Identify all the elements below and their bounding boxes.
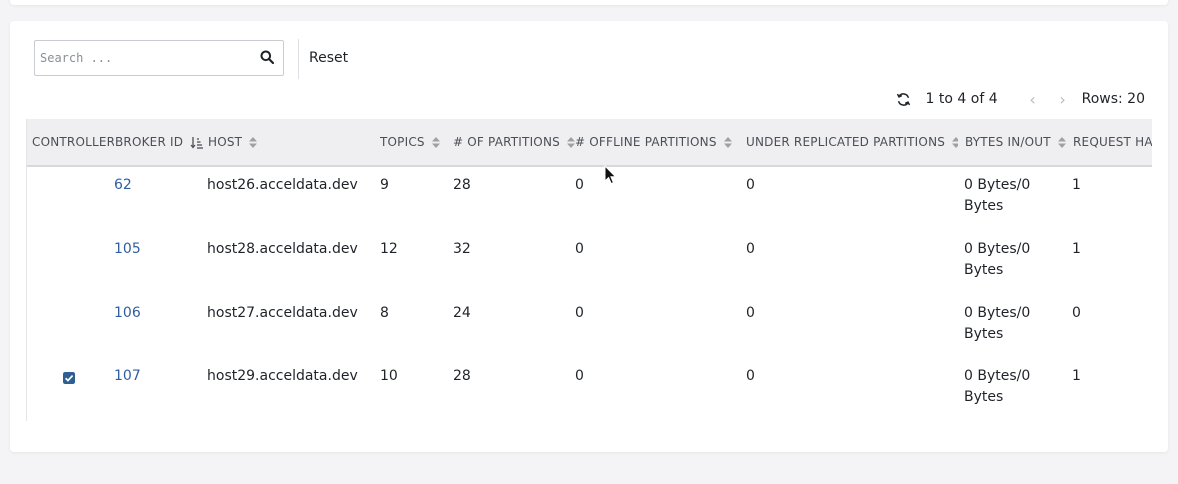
bytes-in-out-cell: 0 Bytes/0 Bytes xyxy=(964,368,1031,405)
broker-id-link[interactable]: 107 xyxy=(114,366,141,387)
header-broker-id[interactable]: BROKER ID xyxy=(115,119,207,165)
next-page-button[interactable]: › xyxy=(1048,90,1078,109)
offline-partitions-cell: 0 xyxy=(575,241,584,257)
sort-ascending-icon xyxy=(190,137,204,149)
sort-icon xyxy=(952,137,958,148)
bytes-in-out-cell: 0 Bytes/0 Bytes xyxy=(964,241,1031,278)
header-bytes-in-out[interactable]: BYTES IN/OUT xyxy=(965,119,1072,165)
brokers-table: CONTROLLER BROKER ID HOST TOPICS # OF PA… xyxy=(26,119,1152,421)
partitions-cell: 28 xyxy=(453,368,471,384)
sort-icon xyxy=(1057,137,1066,148)
header-partitions[interactable]: # OF PARTITIONS xyxy=(453,119,575,165)
host-cell: host29.acceldata.dev xyxy=(207,368,358,384)
header-under-replicated[interactable]: UNDER REPLICATED PARTITIONS xyxy=(746,119,958,165)
refresh-icon[interactable] xyxy=(896,92,911,107)
topics-cell: 8 xyxy=(380,305,389,321)
page-range: 1 to 4 of 4 xyxy=(925,91,998,107)
host-cell: host26.acceldata.dev xyxy=(207,177,358,193)
host-cell: host28.acceldata.dev xyxy=(207,241,358,257)
request-handler-cell: 1 xyxy=(1072,368,1081,384)
under-replicated-cell: 0 xyxy=(746,368,755,384)
header-host[interactable]: HOST xyxy=(208,119,368,165)
offline-partitions-cell: 0 xyxy=(575,177,584,193)
top-card xyxy=(10,0,1168,5)
offline-partitions-cell: 0 xyxy=(575,305,584,321)
topics-cell: 9 xyxy=(380,177,389,193)
sort-icon xyxy=(723,137,732,148)
mouse-cursor-icon xyxy=(604,165,617,185)
prev-page-button[interactable]: ‹ xyxy=(1018,90,1048,109)
topics-cell: 12 xyxy=(380,241,398,257)
search-input[interactable] xyxy=(35,41,251,75)
toolbar-divider xyxy=(298,39,299,79)
header-controller[interactable]: CONTROLLER xyxy=(32,119,114,165)
bytes-in-out-cell: 0 Bytes/0 Bytes xyxy=(964,177,1031,214)
header-offline-partitions[interactable]: # OFFLINE PARTITIONS xyxy=(575,119,745,165)
broker-id-link[interactable]: 105 xyxy=(114,239,141,260)
sort-icon xyxy=(431,137,440,148)
sort-icon xyxy=(249,137,258,148)
header-request-handler[interactable]: REQUEST HANDLER IDLE RATIO xyxy=(1073,119,1152,165)
brokers-card: Reset 1 to 4 of 4 ‹ › Rows: 20 CONTROLLE… xyxy=(10,21,1168,452)
under-replicated-cell: 0 xyxy=(746,241,755,257)
broker-id-link[interactable]: 106 xyxy=(114,303,141,324)
partitions-cell: 24 xyxy=(453,305,471,321)
request-handler-cell: 0 xyxy=(1072,305,1081,321)
search-icon[interactable] xyxy=(260,50,274,64)
partitions-cell: 28 xyxy=(453,177,471,193)
pagination: 1 to 4 of 4 ‹ › Rows: 20 xyxy=(896,89,1145,109)
reset-button[interactable]: Reset xyxy=(309,50,348,66)
controller-checkbox[interactable] xyxy=(63,372,75,384)
request-handler-cell: 1 xyxy=(1072,241,1081,257)
table-header: CONTROLLER BROKER ID HOST TOPICS # OF PA… xyxy=(27,119,1152,167)
search-box[interactable] xyxy=(34,40,284,76)
bytes-in-out-cell: 0 Bytes/0 Bytes xyxy=(964,305,1031,342)
under-replicated-cell: 0 xyxy=(746,305,755,321)
offline-partitions-cell: 0 xyxy=(575,368,584,384)
request-handler-cell: 1 xyxy=(1072,177,1081,193)
host-cell: host27.acceldata.dev xyxy=(207,305,358,321)
broker-id-link[interactable]: 62 xyxy=(114,175,132,196)
partitions-cell: 32 xyxy=(453,241,471,257)
topics-cell: 10 xyxy=(380,368,398,384)
under-replicated-cell: 0 xyxy=(746,177,755,193)
sort-icon xyxy=(566,137,575,148)
header-topics[interactable]: TOPICS xyxy=(380,119,450,165)
rows-per-page-select[interactable]: Rows: 20 xyxy=(1082,91,1145,107)
